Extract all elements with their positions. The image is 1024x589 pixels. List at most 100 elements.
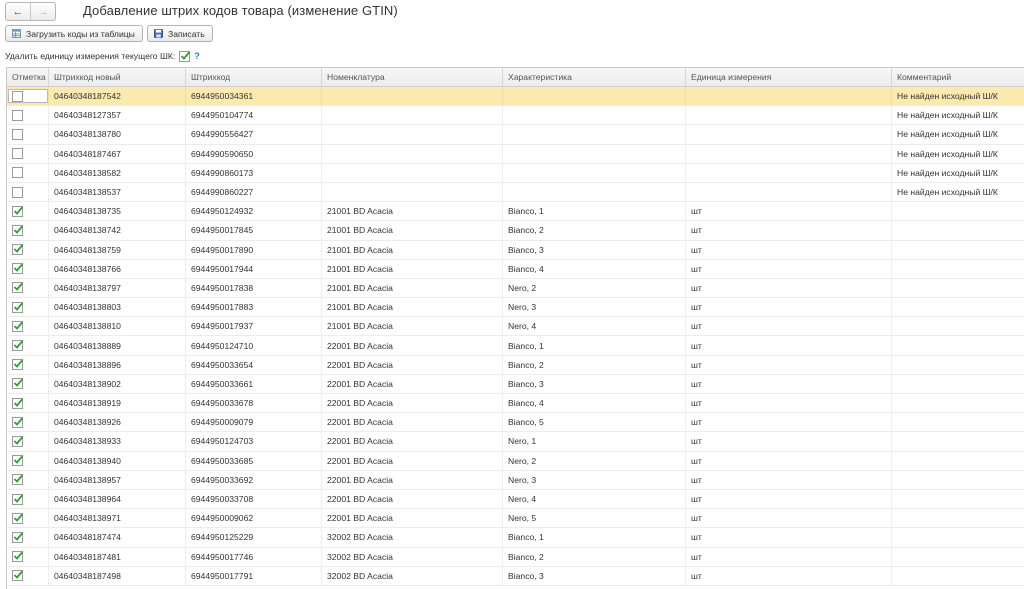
nomenclature-cell[interactable]: 21001 BD Acacia [322, 317, 503, 336]
help-icon[interactable]: ? [194, 51, 200, 61]
new-barcode-cell[interactable]: 04640348138537 [49, 182, 186, 202]
barcode-cell[interactable]: 6944950034361 [186, 87, 322, 106]
mark-cell[interactable] [7, 509, 49, 528]
nomenclature-cell[interactable]: 21001 BD Acacia [322, 278, 503, 298]
table-row[interactable]: 04640348138803 6944950017883 21001 BD Acac… [7, 298, 1024, 318]
nomenclature-cell[interactable]: 32002 BD Acacia [322, 566, 503, 585]
barcode-cell[interactable]: 6944950017746 [186, 547, 322, 566]
table-row[interactable]: 04640348138902 6944950033661 22001 BD Acac… [7, 374, 1024, 394]
characteristic-cell[interactable] [503, 106, 686, 125]
new-barcode-cell[interactable]: 04640348187542 [49, 87, 186, 106]
header-col-nomenclature[interactable]: Номенклатура [322, 68, 503, 86]
new-barcode-cell[interactable]: 04640348187481 [49, 547, 186, 566]
delete-unit-checkbox[interactable] [179, 50, 191, 62]
row-checkbox[interactable] [12, 282, 24, 294]
mark-cell[interactable] [7, 87, 49, 106]
mark-cell[interactable] [7, 278, 49, 298]
nomenclature-cell[interactable] [322, 182, 503, 202]
unit-cell[interactable]: шт [686, 355, 892, 374]
characteristic-cell[interactable]: Bianco, 4 [503, 259, 686, 278]
unit-cell[interactable]: шт [686, 221, 892, 240]
new-barcode-cell[interactable]: 04640348138766 [49, 259, 186, 278]
characteristic-cell[interactable]: Nero, 3 [503, 470, 686, 489]
table-row[interactable]: 04640348138896 6944950033654 22001 BD Acac… [7, 355, 1024, 375]
new-barcode-cell[interactable]: 04640348138889 [49, 336, 186, 355]
mark-cell[interactable] [7, 470, 49, 489]
comment-cell[interactable]: Не найден исходный Ш/К [892, 87, 1024, 105]
row-checkbox[interactable] [12, 167, 23, 179]
new-barcode-cell[interactable]: 04640348138940 [49, 451, 186, 470]
unit-cell[interactable]: шт [686, 432, 892, 451]
table-row[interactable]: 04640348138537 6944990860227 Не найден исх… [7, 182, 1024, 203]
mark-cell[interactable] [7, 106, 49, 125]
row-checkbox[interactable] [12, 570, 24, 582]
row-checkbox[interactable] [12, 551, 24, 563]
nomenclature-cell[interactable]: 21001 BD Acacia [322, 298, 503, 317]
barcode-cell[interactable]: 6944950033685 [186, 451, 322, 470]
row-checkbox[interactable] [12, 186, 23, 198]
mark-cell[interactable] [7, 144, 49, 163]
nomenclature-cell[interactable] [322, 125, 503, 144]
mark-cell[interactable] [7, 240, 49, 259]
characteristic-cell[interactable]: Bianco, 3 [503, 374, 686, 393]
table-row[interactable]: 04640348138735 6944950124932 21001 BD Acac… [7, 202, 1024, 222]
nomenclature-cell[interactable]: 21001 BD Acacia [322, 240, 503, 259]
barcode-cell[interactable]: 6944950009079 [186, 413, 322, 432]
unit-cell[interactable]: шт [686, 278, 892, 298]
characteristic-cell[interactable]: Bianco, 3 [503, 240, 686, 259]
barcode-cell[interactable]: 6944950017890 [186, 240, 322, 259]
mark-cell[interactable] [7, 566, 49, 585]
table-row[interactable]: 04640348138742 6944950017845 21001 BD Acac… [7, 221, 1024, 241]
comment-cell[interactable]: Не найден исходный Ш/К [892, 125, 1024, 143]
barcode-cell[interactable]: 6944950104774 [186, 106, 322, 125]
table-row[interactable]: 04640348187474 6944950125229 32002 BD Acac… [7, 528, 1024, 548]
barcode-cell[interactable]: 6944950017937 [186, 317, 322, 336]
forward-button[interactable]: → [31, 3, 55, 20]
row-checkbox[interactable] [12, 493, 24, 505]
row-checkbox[interactable] [12, 340, 24, 352]
table-row[interactable]: 04640348187542 6944950034361 Не найден исх… [7, 87, 1024, 107]
mark-cell[interactable] [7, 394, 49, 413]
row-checkbox[interactable] [12, 359, 24, 371]
table-row[interactable]: 04640348138971 6944950009062 22001 BD Acac… [7, 509, 1024, 529]
unit-cell[interactable] [686, 144, 892, 163]
new-barcode-cell[interactable]: 04640348138957 [49, 470, 186, 489]
header-col-barcode[interactable]: Штрихкод [186, 68, 322, 86]
characteristic-cell[interactable]: Nero, 2 [503, 278, 686, 298]
unit-cell[interactable]: шт [686, 317, 892, 336]
characteristic-cell[interactable]: Bianco, 5 [503, 413, 686, 432]
unit-cell[interactable] [686, 182, 892, 202]
new-barcode-cell[interactable]: 04640348127357 [49, 106, 186, 125]
characteristic-cell[interactable]: Bianco, 2 [503, 547, 686, 566]
unit-cell[interactable]: шт [686, 470, 892, 489]
barcode-cell[interactable]: 6944950124703 [186, 432, 322, 451]
unit-cell[interactable]: шт [686, 374, 892, 393]
characteristic-cell[interactable]: Bianco, 4 [503, 394, 686, 413]
nomenclature-cell[interactable] [322, 144, 503, 163]
table-row[interactable]: 04640348187498 6944950017791 32002 BD Acac… [7, 566, 1024, 586]
new-barcode-cell[interactable]: 04640348187474 [49, 528, 186, 547]
new-barcode-cell[interactable]: 04640348138735 [49, 202, 186, 221]
mark-cell[interactable] [7, 125, 49, 144]
table-row[interactable]: 04640348138933 6944950124703 22001 BD Acac… [7, 432, 1024, 452]
new-barcode-cell[interactable]: 04640348138896 [49, 355, 186, 374]
new-barcode-cell[interactable]: 04640348138926 [49, 413, 186, 432]
characteristic-cell[interactable] [503, 163, 686, 182]
unit-cell[interactable]: шт [686, 489, 892, 509]
nomenclature-cell[interactable]: 22001 BD Acacia [322, 470, 503, 489]
mark-cell[interactable] [7, 451, 49, 470]
unit-cell[interactable]: шт [686, 336, 892, 355]
mark-cell[interactable] [7, 182, 49, 202]
table-row[interactable]: 04640348138582 6944990860173 Не найден исх… [7, 163, 1024, 183]
nomenclature-cell[interactable]: 22001 BD Acacia [322, 451, 503, 470]
comment-cell[interactable] [892, 298, 1024, 316]
header-col-unit[interactable]: Единица измерения [686, 68, 892, 86]
comment-cell[interactable] [892, 432, 1024, 450]
nomenclature-cell[interactable]: 32002 BD Acacia [322, 528, 503, 547]
nomenclature-cell[interactable]: 22001 BD Acacia [322, 432, 503, 451]
row-checkbox[interactable] [12, 531, 24, 543]
barcode-cell[interactable]: 6944990860173 [186, 163, 322, 182]
row-checkbox[interactable] [12, 109, 23, 121]
comment-cell[interactable] [892, 317, 1024, 335]
save-button[interactable]: Записать [147, 25, 213, 42]
